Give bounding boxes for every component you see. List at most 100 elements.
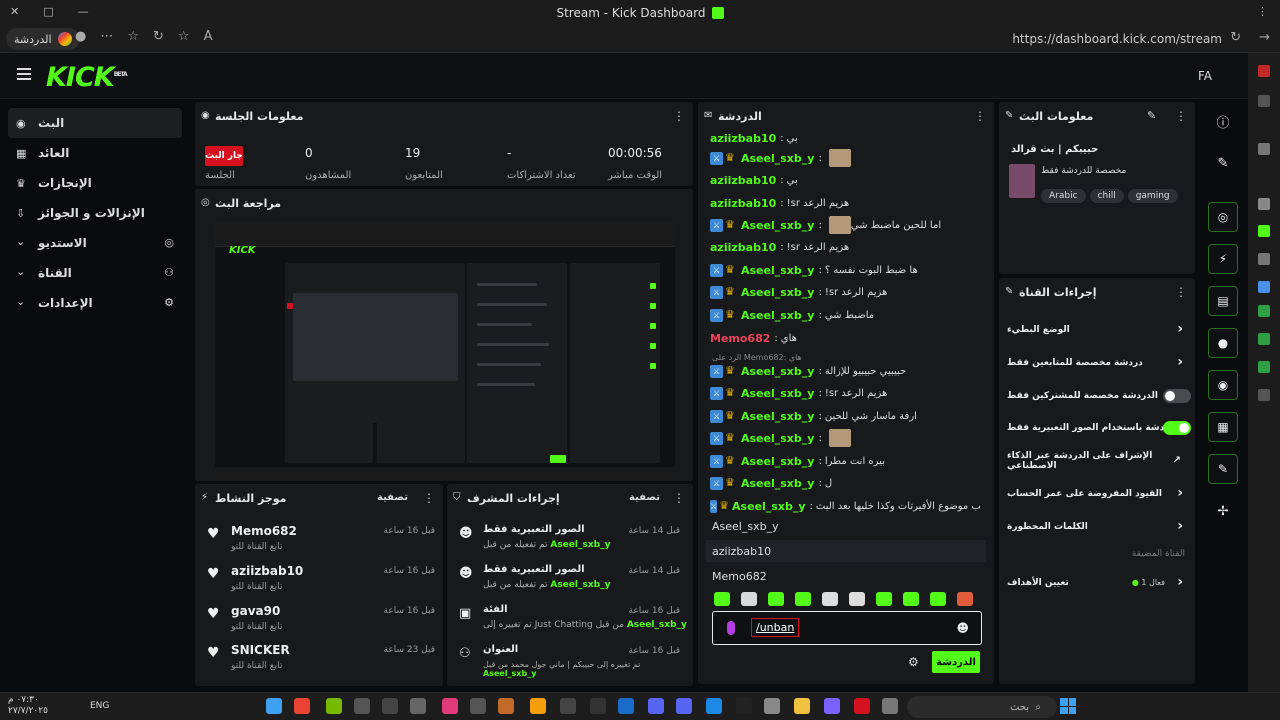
emote-icon[interactable]	[714, 592, 730, 606]
maximize-window-icon[interactable]: □	[43, 5, 53, 18]
emote-icon[interactable]	[768, 592, 784, 606]
discord-icon[interactable]	[648, 698, 664, 714]
emote-icon[interactable]	[822, 592, 838, 606]
app-icon[interactable]	[470, 698, 486, 714]
nvidia-icon[interactable]	[326, 698, 342, 714]
emote-icon[interactable]	[957, 592, 973, 606]
app-icon[interactable]	[590, 698, 606, 714]
emote-icon[interactable]	[903, 592, 919, 606]
chat-settings-icon[interactable]: ⚙	[908, 655, 919, 669]
mod-filter-button[interactable]: تصفية	[629, 492, 660, 503]
chat-username[interactable]: Aseel_sxb_y	[741, 309, 814, 322]
activity-filter-button[interactable]: تصفية	[377, 492, 408, 503]
more-options-icon[interactable]: ⋮	[1175, 285, 1187, 299]
chat-message[interactable]: aziizbab10: !sr هزيم الرعد	[710, 193, 980, 213]
chat-input[interactable]: /unban ☻	[712, 611, 982, 645]
language-indicator[interactable]: ENG	[90, 701, 109, 711]
sidebar-item-revenue[interactable]: ▦ العائد	[8, 138, 182, 168]
more-icon[interactable]: ⋯	[100, 29, 113, 44]
chat-username[interactable]: Aseel_sxb_y	[741, 219, 814, 232]
sidebar-item-settings[interactable]: ⌄ الإعدادات ⚙	[8, 288, 182, 318]
followers-only-row[interactable]: دردشة مخصصة للمتابعين فقط ›	[1007, 348, 1185, 378]
kick-extension-icon[interactable]	[1258, 225, 1270, 237]
extension-icon[interactable]	[1258, 333, 1270, 345]
tag-arabic[interactable]: Arabic	[1041, 189, 1086, 203]
chat-username[interactable]: Aseel_sxb_y	[741, 477, 814, 490]
sidebar-item-channel[interactable]: ⌄ القناة ⚇	[8, 258, 182, 288]
tiktok-icon[interactable]	[442, 698, 458, 714]
camera-icon[interactable]: ◎	[1208, 202, 1238, 232]
mention-suggestion[interactable]: Memo682	[706, 565, 986, 587]
slow-mode-row[interactable]: الوضع البطيء ›	[1007, 315, 1185, 345]
extension-icon[interactable]	[1258, 95, 1270, 107]
chat-message[interactable]: ⚔ ♛ Aseel_sxb_y: طيب موضوع الأفيرتات وكذا خ…	[710, 496, 980, 516]
add-widget-icon[interactable]: ✢	[1208, 496, 1238, 526]
activity-user[interactable]: gava90	[231, 604, 280, 618]
extension-icon[interactable]	[1258, 361, 1270, 373]
browser-profile-button[interactable]: الدردشة	[6, 28, 80, 50]
activity-user[interactable]: aziizbab10	[231, 564, 303, 578]
emote-icon[interactable]	[876, 592, 892, 606]
subscribers-only-toggle[interactable]	[1163, 389, 1191, 403]
edge-icon[interactable]	[706, 698, 722, 714]
more-options-icon[interactable]: ⋮	[673, 109, 685, 123]
chat-bubble-icon[interactable]: ●	[1208, 328, 1238, 358]
extension-icon[interactable]	[1258, 281, 1270, 293]
app-icon[interactable]	[498, 698, 514, 714]
chat-username[interactable]: aziizbab10	[710, 197, 776, 210]
wrench-icon[interactable]: ✎	[1208, 454, 1238, 484]
pencil-icon[interactable]: ✎	[1208, 148, 1238, 178]
menu-icon[interactable]	[17, 68, 31, 80]
app-icon[interactable]	[824, 698, 840, 714]
banned-words-row[interactable]: الكلمات المحظورة ›	[1007, 512, 1185, 542]
chat-message[interactable]: aziizbab10: بي	[710, 128, 980, 148]
category-thumbnail[interactable]	[1009, 164, 1035, 198]
info-icon[interactable]: ⓘ	[1208, 106, 1238, 136]
document-icon[interactable]: ▤	[1208, 286, 1238, 316]
windows-start-icon[interactable]	[1060, 698, 1076, 714]
emoji-icon[interactable]: ☻	[956, 621, 969, 635]
emote-icon[interactable]	[849, 592, 865, 606]
app-icon[interactable]	[530, 698, 546, 714]
edit-icon[interactable]: ✎	[1147, 109, 1156, 122]
kick-logo[interactable]: KICKBETA	[46, 62, 128, 93]
chat-username[interactable]: Aseel_sxb_y	[741, 152, 814, 165]
chat-username[interactable]: Aseel_sxb_y	[732, 500, 805, 513]
chat-username[interactable]: Aseel_sxb_y	[741, 410, 814, 423]
ai-moderation-row[interactable]: الإشراف على الدردشة عبر الذكاء الاصطناعي…	[1007, 446, 1185, 476]
avatar-icon[interactable]: ●	[75, 29, 86, 44]
add-extension-icon[interactable]	[1258, 389, 1270, 401]
broadcast-icon[interactable]: ◉	[1208, 370, 1238, 400]
chat-username[interactable]: Memo682	[710, 332, 770, 345]
star-icon[interactable]: ☆	[178, 29, 190, 44]
chat-message[interactable]: ⚔ ♛ Aseel_sxb_y: ارفة ماسار شي للحين	[710, 406, 980, 426]
taskbar-search[interactable]: بحث ⌕	[907, 696, 1057, 718]
chat-message[interactable]: aziizbab10: !sr هزيم الرعد	[710, 237, 980, 257]
extension-icon[interactable]	[1258, 143, 1270, 155]
chat-message[interactable]: aziizbab10: بي	[710, 170, 980, 190]
account-age-row[interactable]: القيود المفروضة على عمر الحساب ›	[1007, 479, 1185, 509]
app-icon[interactable]	[266, 698, 282, 714]
sidebar-item-drops[interactable]: ⇩ الإنزالات و الجوائز	[8, 198, 182, 228]
chat-message[interactable]: ⚔ ♛ Aseel_sxb_y:	[710, 428, 980, 448]
chat-message[interactable]: ⚔ ♛ Aseel_sxb_y: !sr هزيم الرعد	[710, 383, 980, 403]
sidebar-item-studio[interactable]: ⌄ الاستديو ◎	[8, 228, 182, 258]
steam-icon[interactable]	[618, 698, 634, 714]
close-window-icon[interactable]: ✕	[10, 5, 19, 18]
chat-message[interactable]: ⚔ ♛ Aseel_sxb_y: ل	[710, 473, 980, 493]
more-options-icon[interactable]: ⋮	[1175, 109, 1187, 123]
task-view-icon[interactable]	[882, 698, 898, 714]
app-icon[interactable]	[354, 698, 370, 714]
tag-gaming[interactable]: gaming	[1127, 189, 1178, 203]
extension-icon[interactable]	[1258, 65, 1270, 77]
app-icon[interactable]	[410, 698, 426, 714]
mod-action-user[interactable]: Aseel_sxb_y	[483, 669, 536, 678]
app-icon[interactable]	[676, 698, 692, 714]
goals-row[interactable]: تعيين الأهداف ● فعال 1 ›	[1007, 568, 1185, 598]
stream-preview-video[interactable]: KICK	[215, 223, 675, 481]
chat-username[interactable]: aziizbab10	[710, 174, 776, 187]
mention-suggestion[interactable]: aziizbab10	[706, 540, 986, 562]
app-icon[interactable]	[764, 698, 780, 714]
read-aloud-icon[interactable]: A	[204, 29, 213, 44]
extension-icon[interactable]	[1258, 305, 1270, 317]
